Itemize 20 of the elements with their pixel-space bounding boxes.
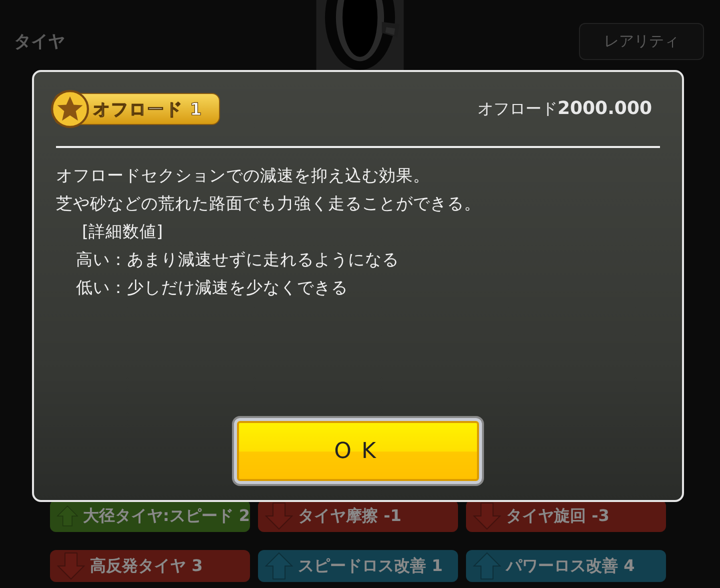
description-line: 低い：少しだけ減速を少なくできる (75, 277, 349, 299)
up-arrow-icon (472, 551, 502, 581)
down-arrow-icon (56, 551, 86, 581)
description-line: 芝や砂などの荒れた路面でも力強く走ることができる。 (56, 193, 482, 215)
skill-badge: オフロード 1 (54, 93, 220, 125)
screen-title: タイヤ (14, 30, 66, 52)
description-line: [詳細数値] (81, 221, 164, 243)
description-line: オフロードセクションでの減速を抑え込む効果。 (56, 165, 431, 187)
down-arrow-icon (472, 501, 502, 531)
stat-value: オフロード2000.000 (477, 98, 652, 120)
description-line: 高い：あまり減速せずに走れるようになる (75, 249, 400, 271)
skill-tag: スピードロス改善 1 (258, 550, 458, 582)
skill-tag: パワーロス改善 4 (466, 550, 666, 582)
skill-tag: タイヤ旋回 -3 (466, 500, 666, 532)
skill-tag: 大径タイヤ:スピード 2 (50, 500, 250, 532)
ok-button[interactable]: OK (234, 418, 482, 484)
up-arrow-icon (264, 551, 294, 581)
down-arrow-icon (264, 501, 294, 531)
skill-tag: 高反発タイヤ 3 (50, 550, 250, 582)
skill-tag: タイヤ摩擦 -1 (258, 500, 458, 532)
